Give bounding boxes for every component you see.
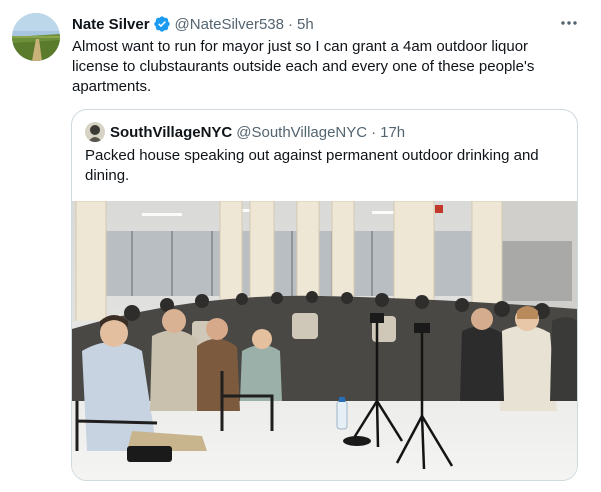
quoted-tweet[interactable]: SouthVillageNYC @SouthVillageNYC · 17h P… <box>71 109 578 481</box>
author-handle[interactable]: @NateSilver538 <box>175 16 284 33</box>
quoted-tweet-header: SouthVillageNYC @SouthVillageNYC · 17h <box>85 122 405 142</box>
quoted-author-handle: @SouthVillageNYC <box>236 123 368 141</box>
quoted-timestamp: 17h <box>380 123 406 141</box>
timestamp[interactable]: 5h <box>297 16 314 33</box>
tweet-header: Nate Silver @NateSilver538 · 5h <box>72 14 314 34</box>
quoted-separator-dot: · <box>371 123 377 141</box>
quoted-author-avatar <box>85 122 105 142</box>
tweet[interactable]: Nate Silver @NateSilver538 · 5h Almost w… <box>0 0 601 492</box>
tweet-text: Almost want to run for mayor just so I c… <box>72 38 535 95</box>
quoted-tweet-text: Packed house speaking out against perman… <box>85 147 539 184</box>
author-name[interactable]: Nate Silver <box>72 16 150 33</box>
author-avatar[interactable] <box>12 13 60 61</box>
quoted-tweet-photo[interactable] <box>72 201 577 480</box>
quoted-author-name: SouthVillageNYC <box>110 123 233 141</box>
more-options-icon[interactable] <box>556 12 582 34</box>
separator-dot: · <box>288 15 293 33</box>
verified-badge-icon <box>153 15 171 33</box>
